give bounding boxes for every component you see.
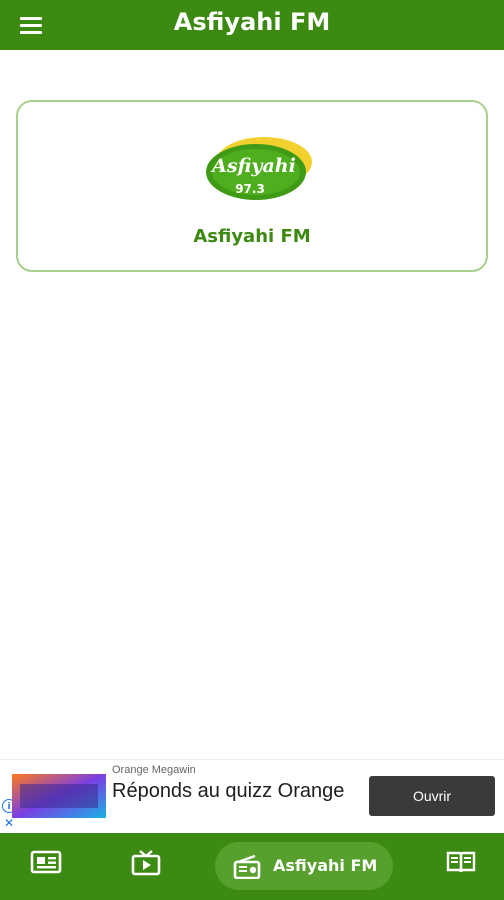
ad-headline: Réponds au quizz Orange: [112, 780, 345, 802]
news-icon: [30, 850, 62, 874]
ad-image: [12, 774, 106, 818]
svg-text:Asfiyahi: Asfiyahi: [210, 155, 296, 177]
nav-item-label: Asfiyahi FM: [273, 856, 378, 875]
close-icon[interactable]: ✕: [2, 816, 16, 830]
station-logo: Asfiyahi 97.3: [206, 137, 312, 200]
nav-item-tv[interactable]: [126, 849, 166, 885]
bottom-nav: Asfiyahi FM: [0, 833, 504, 900]
radio-icon: [233, 855, 261, 879]
tv-icon: [131, 850, 161, 876]
book-icon: [446, 851, 476, 873]
station-card[interactable]: Asfiyahi 97.3 Asfiyahi FM: [16, 100, 488, 272]
nav-item-news[interactable]: [26, 849, 66, 885]
nav-item-radio-active[interactable]: Asfiyahi FM: [215, 842, 393, 890]
nav-item-book[interactable]: [441, 849, 481, 885]
app-bar: Asfiyahi FM: [0, 0, 504, 50]
station-name: Asfiyahi FM: [193, 226, 311, 247]
ad-advertiser: Orange Megawin: [112, 764, 196, 776]
ad-banner[interactable]: i ✕ Orange Megawin Réponds au quizz Oran…: [0, 759, 504, 833]
ad-open-button[interactable]: Ouvrir: [369, 776, 495, 816]
page-title: Asfiyahi FM: [173, 8, 331, 36]
svg-text:97.3: 97.3: [235, 182, 265, 196]
